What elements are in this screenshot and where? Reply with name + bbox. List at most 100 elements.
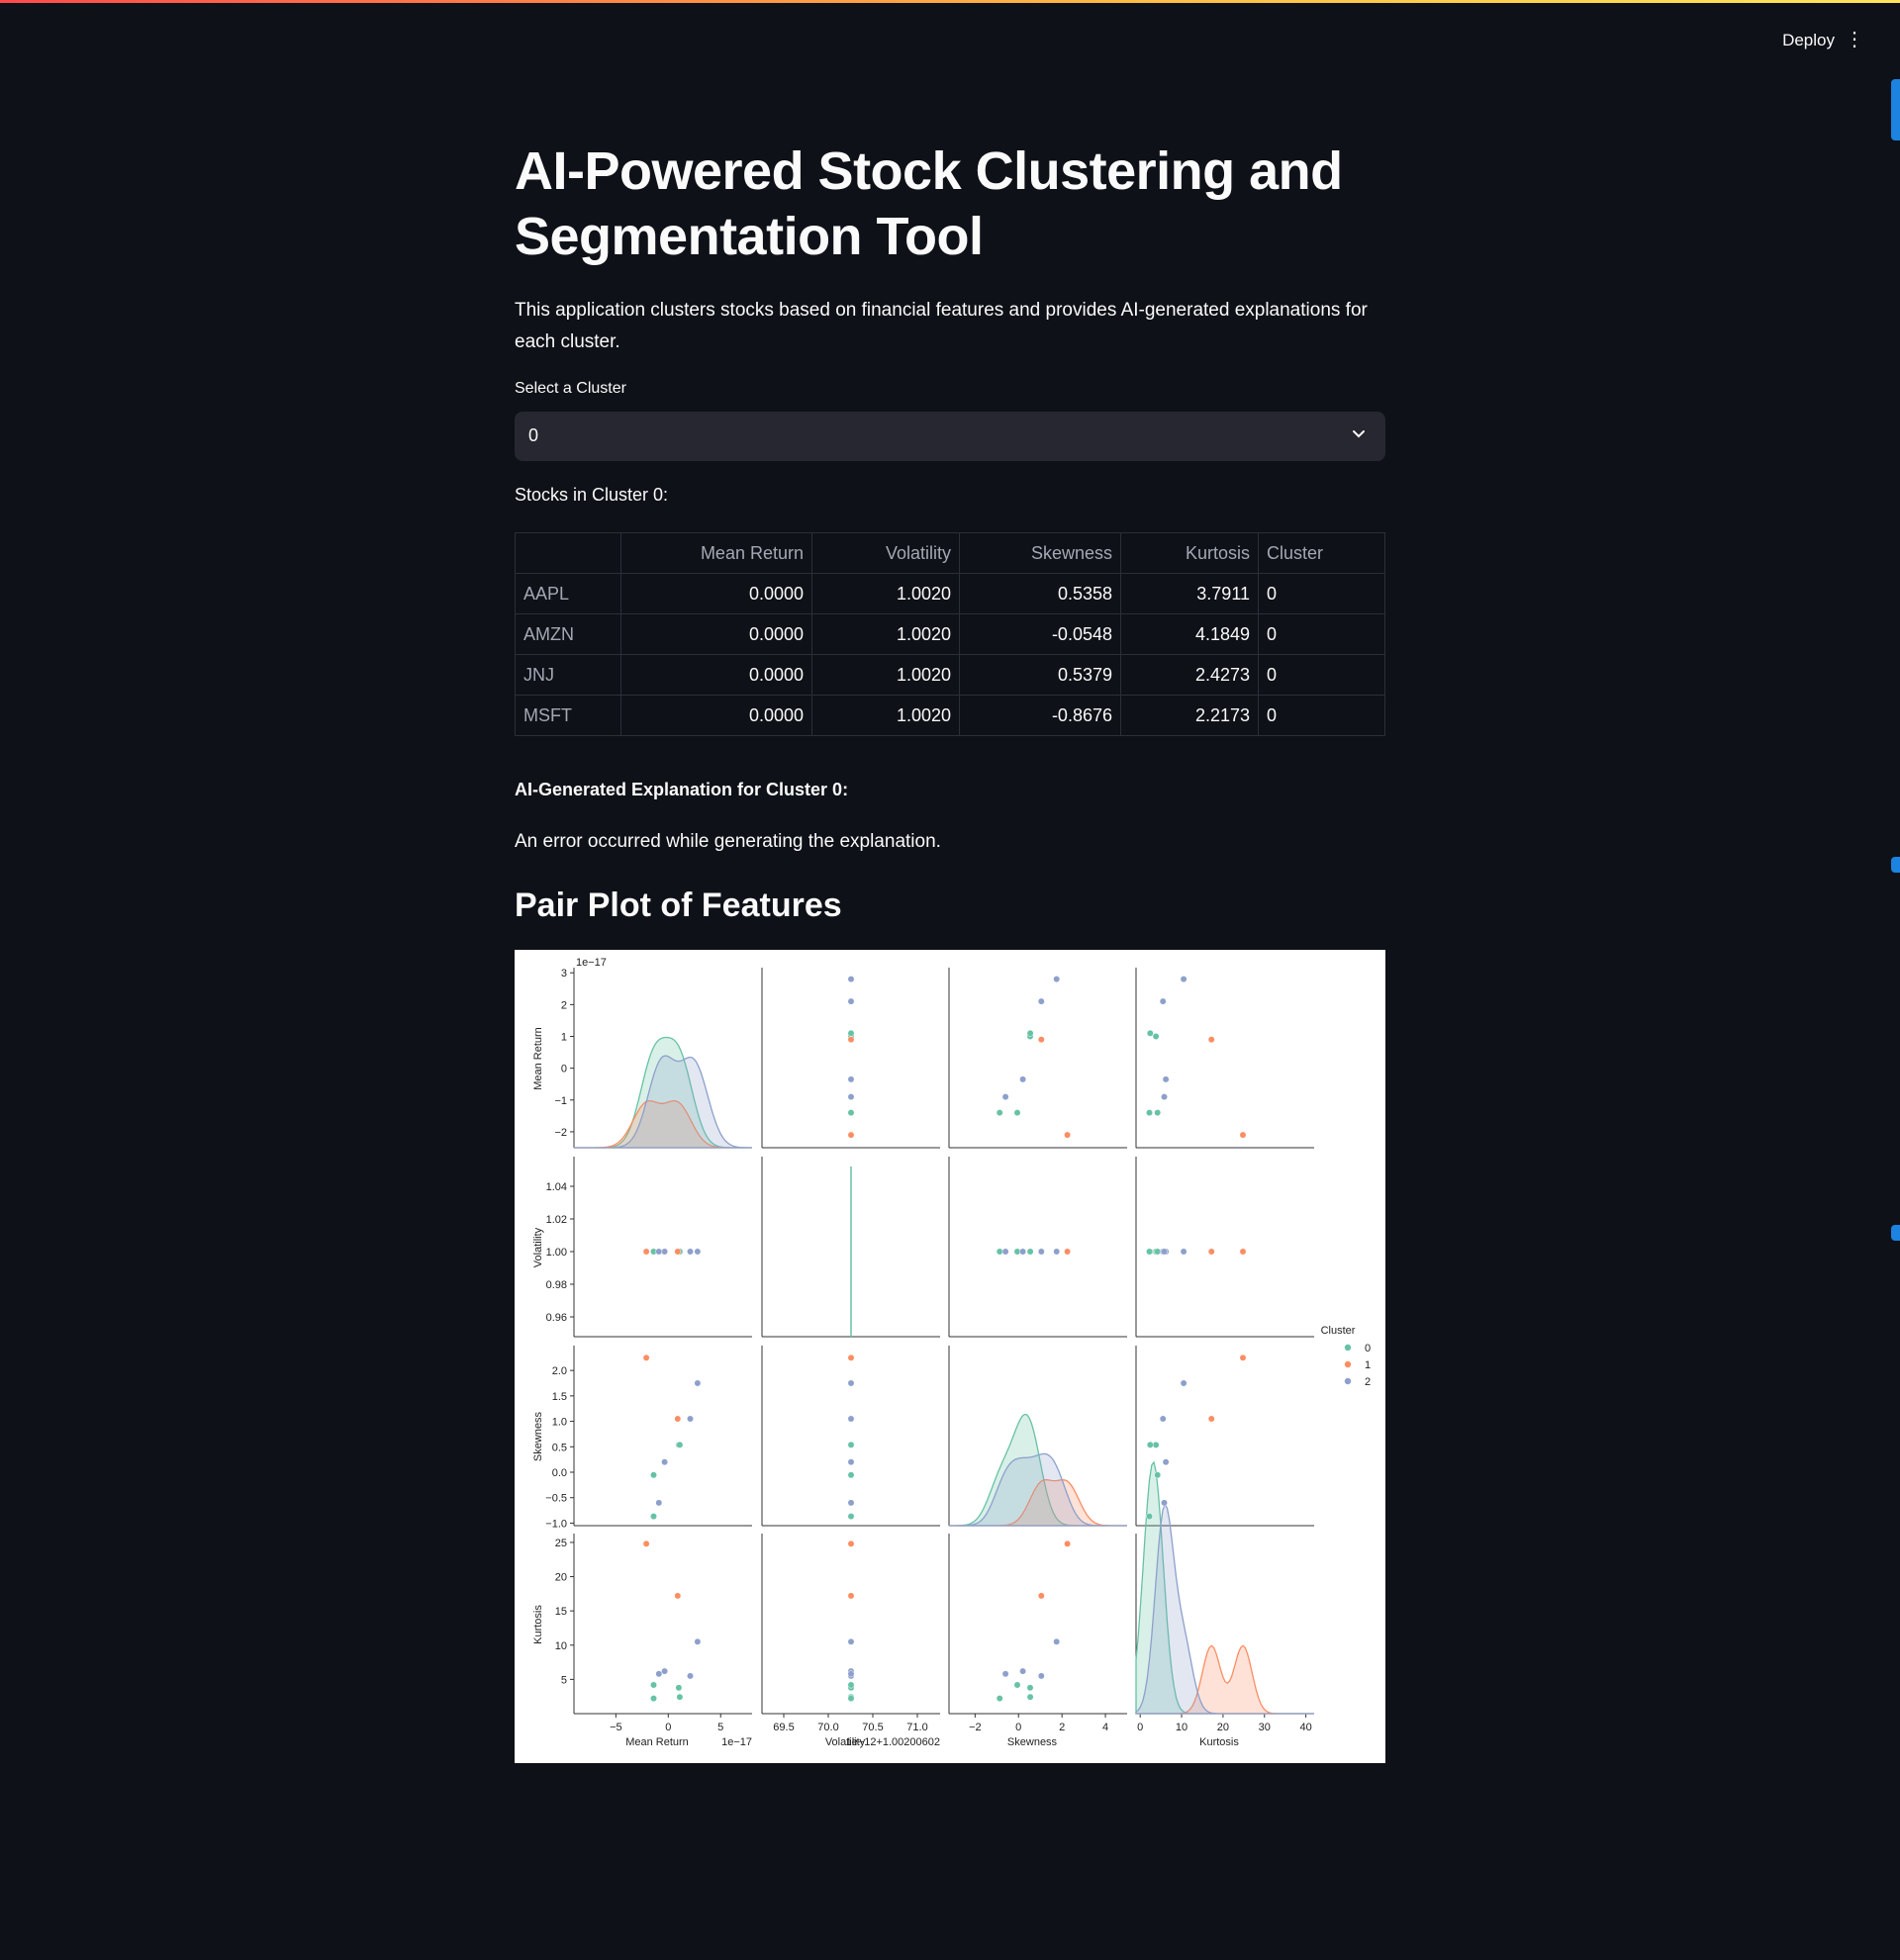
scatter-point [676,1693,684,1701]
cluster-select[interactable]: 0 [515,412,1385,461]
top-decoration-bar [0,0,1900,3]
scatter-point [1146,1248,1153,1256]
cluster-select-value: 0 [528,425,539,445]
scatter-point [1152,1033,1160,1040]
x-tick-label: 71.0 [906,1722,927,1733]
x-tick-label: 70.0 [817,1722,838,1733]
table-cell: 0 [1258,573,1385,614]
y-tick-label: 1.00 [546,1247,567,1259]
scatter-point [1239,1248,1247,1256]
row-index: AAPL [515,573,621,614]
scatter-point [1026,1693,1034,1701]
axis-offset-label: 1e−12+1.00200602 [846,1736,940,1748]
column-header: Kurtosis [1120,532,1259,574]
scatter-point [847,1695,855,1703]
scatter-point [1019,1248,1027,1256]
scatter-point [694,1379,702,1387]
scatter-point [1154,1109,1162,1117]
legend-label: 1 [1365,1359,1371,1371]
scatter-point [847,1499,855,1507]
x-tick-label: 2 [1059,1722,1065,1733]
scatter-point [1064,1131,1072,1139]
scatter-point [847,1670,855,1678]
main-menu-icon[interactable]: ⋮ [1845,30,1864,49]
scatter-point [1146,1029,1154,1037]
scatter-point [661,1248,669,1256]
x-tick-label: 30 [1259,1722,1271,1733]
table-cell: 1.0020 [811,654,960,696]
page-description: This application clusters stocks based o… [515,300,1368,352]
table-cell: 2.2173 [1120,695,1259,736]
y-tick-label: 1.5 [552,1391,567,1403]
scatter-point [1162,1075,1170,1083]
scatter-point [1180,976,1188,983]
scatter-point [847,1109,855,1117]
scatter-point [661,1667,669,1675]
x-tick-label: 69.5 [773,1722,794,1733]
x-axis-label: Kurtosis [1199,1736,1239,1748]
legend-marker [1344,1377,1352,1385]
scatter-point [847,1075,855,1083]
scatter-point [676,1441,684,1448]
x-tick-label: 40 [1300,1722,1312,1733]
scatter-point [1152,1441,1160,1448]
deploy-button[interactable]: Deploy [1776,30,1841,51]
scatter-point [1064,1540,1072,1547]
pair-plot-heading: Pair Plot of Features [515,887,842,924]
table-cell: 3.7911 [1120,573,1259,614]
x-tick-label: −2 [969,1722,982,1733]
scatter-point [694,1248,702,1256]
table-cell: 0.0000 [620,695,812,736]
scatter-point [1161,1248,1168,1256]
y-tick-label: 20 [555,1572,567,1584]
legend-label: 0 [1365,1343,1371,1354]
y-tick-label: 0.0 [552,1467,567,1479]
scrollbar-thumb[interactable] [1891,79,1900,140]
scatter-point [1239,1353,1247,1361]
x-tick-label: 4 [1102,1722,1108,1733]
scatter-point [1180,1379,1188,1387]
cluster-select-label: Select a Cluster [515,380,626,397]
scatter-point [1161,1499,1168,1507]
y-tick-label: 5 [561,1674,567,1686]
scatter-point [655,1248,663,1256]
scatter-point [1053,1637,1061,1645]
chevron-down-icon [1353,430,1365,438]
row-index: MSFT [515,695,621,736]
legend-marker [1344,1360,1352,1368]
kde-curve [949,1452,1127,1527]
x-axis-label: Skewness [1007,1736,1058,1748]
scatter-point [1146,1441,1154,1448]
table-cell: 0 [1258,654,1385,696]
scatter-point [1162,1458,1170,1466]
scatter-point [675,1684,683,1692]
table-cell: -0.8676 [959,695,1121,736]
table-header-row: Mean Return Volatility Skewness Kurtosis… [515,532,1385,574]
x-tick-label: 20 [1217,1722,1229,1733]
y-axis-label: Mean Return [532,1027,544,1090]
table-cell: 0.5358 [959,573,1121,614]
table-cell: 2.4273 [1120,654,1259,696]
scroll-marker [1891,1225,1900,1241]
kde-curve [574,1055,752,1149]
x-axis-label: Mean Return [625,1736,689,1748]
scatter-point [1026,1248,1034,1256]
scatter-point [1001,1670,1009,1678]
table-cell: 0 [1258,695,1385,736]
stocks-table: Mean Return Volatility Skewness Kurtosis… [515,532,1385,736]
scatter-point [847,1353,855,1361]
y-axis-label: Kurtosis [532,1605,544,1644]
scatter-point [650,1681,657,1689]
table-row: JNJ 0.0000 1.0020 0.5379 2.4273 0 [515,654,1385,696]
scroll-marker [1891,857,1900,873]
x-tick-label: 0 [665,1722,671,1733]
scatter-point [694,1637,702,1645]
column-header-index [515,532,621,574]
row-index: AMZN [515,613,621,655]
row-index: JNJ [515,654,621,696]
scatter-point [847,1458,855,1466]
column-header: Cluster [1258,532,1385,574]
y-tick-label: 1.0 [552,1417,567,1429]
column-header: Skewness [959,532,1121,574]
x-tick-label: 70.5 [862,1722,883,1733]
